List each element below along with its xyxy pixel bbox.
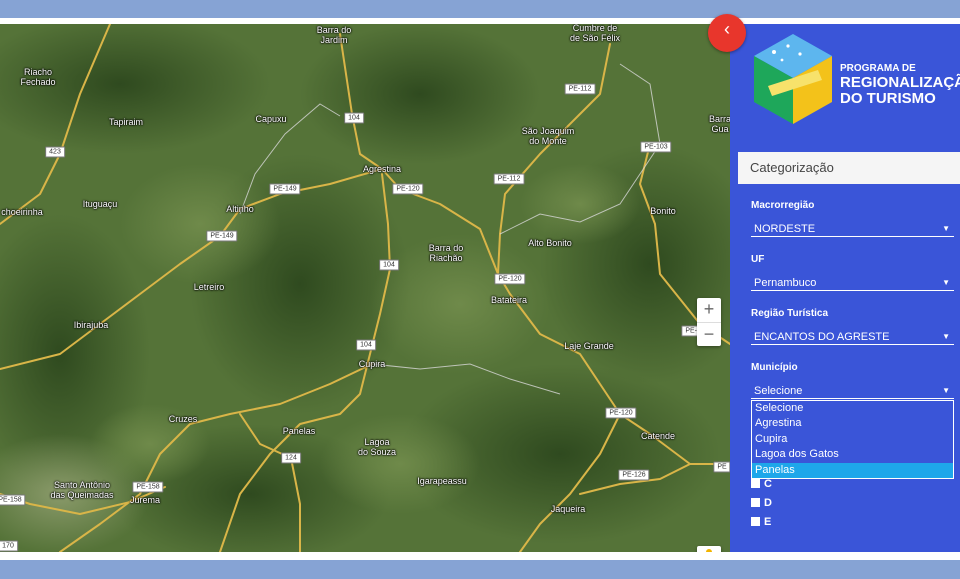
municipio-option[interactable]: Agrestina xyxy=(752,416,953,431)
municipio-label: Município xyxy=(751,362,798,373)
checkbox-box[interactable] xyxy=(751,479,760,488)
town-label-laje-grande: Laje Grande xyxy=(564,341,614,351)
zoom-in-button[interactable]: + xyxy=(697,298,721,322)
checkbox-label: D xyxy=(764,497,772,509)
road-shield-r-pe149b: PE-149 xyxy=(206,230,238,242)
town-label-santo-antonio: Santo Antônio das Queimadas xyxy=(50,480,114,500)
road-shield-r-pe112b: PE-112 xyxy=(493,173,525,185)
municipio-option[interactable]: Cupira xyxy=(752,432,953,447)
zoom-out-button[interactable]: − xyxy=(697,322,721,347)
dropdown-arrow-icon: ▼ xyxy=(942,332,950,341)
macrorregiao-value: NORDESTE xyxy=(754,223,816,235)
checkbox-label: E xyxy=(764,516,772,528)
town-label-alto-bonito: Alto Bonito xyxy=(528,238,572,248)
town-label-itiguacu: Ituguaçu xyxy=(82,199,118,209)
regiao-turistica-select[interactable]: ENCANTOS DO AGRESTE ▼ xyxy=(751,329,954,345)
road-shield-r-pe158a: PE-158 xyxy=(132,481,164,493)
road-shield-r-104c: 104 xyxy=(356,339,376,351)
municipio-option[interactable]: Panelas xyxy=(752,462,953,478)
category-checkbox-e[interactable]: E xyxy=(751,516,771,528)
municipio-option[interactable]: Lagoa dos Gatos xyxy=(752,447,953,462)
top-frame xyxy=(0,0,960,18)
uf-label: UF xyxy=(751,254,765,265)
uf-value: Pernambuco xyxy=(754,277,817,289)
road-shield-r-pe120c: PE-120 xyxy=(605,407,637,419)
logo-line-3: DO TURISMO xyxy=(840,90,936,107)
regionalizacao-logo-icon xyxy=(754,34,832,124)
town-label-batateira: Batateira xyxy=(490,295,528,305)
town-label-capuxu: Capuxu xyxy=(255,114,287,124)
checkbox-label: C xyxy=(764,478,772,490)
logo-text: PROGRAMA DE REGIONALIZAÇÃO DO TURISMO xyxy=(840,62,960,107)
regiao-turistica-label: Região Turística xyxy=(751,308,829,319)
macrorregiao-label: Macrorregião xyxy=(751,200,815,211)
category-checkbox-c[interactable]: C xyxy=(751,478,772,490)
checkbox-box[interactable] xyxy=(751,498,760,507)
bottom-frame xyxy=(0,560,960,579)
town-label-bonito: Bonito xyxy=(650,206,676,216)
town-label-barra-do-riachao: Barra do Riachão xyxy=(428,243,464,263)
road-shield-r-104a: 104 xyxy=(344,112,364,124)
checkbox-box[interactable] xyxy=(751,517,760,526)
town-label-ibirajuba: Ibirajuba xyxy=(73,320,109,330)
road-shield-r-104b: 104 xyxy=(379,259,399,271)
road-shield-r-pe120b: PE-120 xyxy=(494,273,526,285)
road-shield-r-pe126: PE-126 xyxy=(618,469,650,481)
road-shield-r-423: 423 xyxy=(45,146,65,158)
road-shield-r-pe112a: PE-112 xyxy=(564,83,596,95)
dropdown-arrow-icon: ▼ xyxy=(942,278,950,287)
town-label-cumbre-sao-felix: Cumbre de de São Félix xyxy=(569,24,621,43)
municipio-value: Selecione xyxy=(754,385,803,397)
bottom-frame-line xyxy=(0,552,960,560)
town-label-barra: Barra Gua xyxy=(708,114,730,134)
map-view[interactable]: Riacho Fechado Barra do Jardim Cumbre de d… xyxy=(0,24,730,552)
town-label-letreiro: Letreiro xyxy=(193,282,225,292)
road-shield-r-124: 124 xyxy=(281,452,301,464)
town-label-choeirinha: choeirinha xyxy=(1,207,43,217)
town-label-jaqueira: Jaqueira xyxy=(550,504,586,514)
town-label-lagoa-do-souza: Lagoa do Souza xyxy=(357,437,397,457)
town-label-barra-do-jardim: Barra do Jardim xyxy=(316,25,352,45)
road-shield-r-pe149a: PE-149 xyxy=(269,183,301,195)
logo-line-2: REGIONALIZAÇÃO xyxy=(840,74,960,91)
uf-select[interactable]: Pernambuco ▼ xyxy=(751,275,954,291)
categorizacao-section-header[interactable]: Categorização xyxy=(738,152,960,184)
town-label-igarapeassu: Igarapeassu xyxy=(417,476,467,486)
town-label-altinho: Altinho xyxy=(226,204,254,214)
regiao-turistica-value: ENCANTOS DO AGRESTE xyxy=(754,331,890,343)
road-shield-r-170: 170 xyxy=(0,540,18,552)
road-shield-r-pe120a: PE-120 xyxy=(392,183,424,195)
town-label-agrestina: Agrestina xyxy=(362,164,402,174)
town-label-cupira: Cupira xyxy=(358,359,386,369)
municipio-dropdown-list: Selecione Agrestina Cupira Lagoa dos Gatos P… xyxy=(751,400,954,479)
dropdown-arrow-icon: ▼ xyxy=(942,224,950,233)
road-shield-r-pe-right: PE xyxy=(713,461,730,473)
road-shield-r-pe103a: PE-103 xyxy=(640,141,672,153)
town-label-cruzes: Cruzes xyxy=(168,414,198,424)
side-panel: PROGRAMA DE REGIONALIZAÇÃO DO TURISMO Ca… xyxy=(730,24,960,552)
town-label-catende: Catende xyxy=(640,431,676,441)
dropdown-arrow-icon: ▼ xyxy=(942,386,950,395)
road-shield-r-pe158b: PE-158 xyxy=(0,494,26,506)
town-label-riacho-fechado: Riacho Fechado xyxy=(20,67,56,87)
town-label-tapiraim: Tapiraim xyxy=(108,117,144,127)
collapse-panel-button[interactable]: ‹ xyxy=(708,14,746,52)
town-label-sao-joaquim-do-monte: São Joaquim do Monte xyxy=(521,126,575,146)
municipio-select[interactable]: Selecione ▼ xyxy=(751,383,954,399)
zoom-control: + − xyxy=(697,298,721,346)
macrorregiao-select[interactable]: NORDESTE ▼ xyxy=(751,221,954,237)
municipio-option[interactable]: Selecione xyxy=(752,401,953,416)
town-label-panelas: Panelas xyxy=(282,426,316,436)
category-checkbox-d[interactable]: D xyxy=(751,497,772,509)
town-label-jurema: Jurema xyxy=(129,495,161,505)
